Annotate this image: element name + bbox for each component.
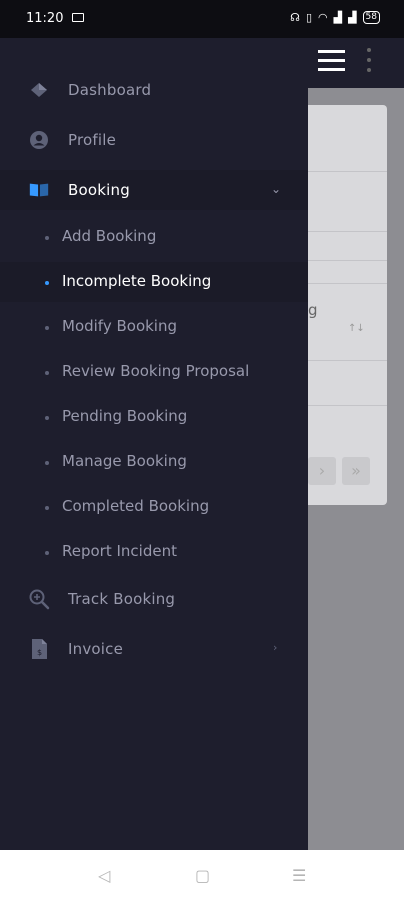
nav-label-track-booking: Track Booking <box>68 590 176 608</box>
submenu-item-add-booking[interactable]: Add Booking <box>0 217 308 257</box>
battery-icon: 58 <box>362 11 380 24</box>
submenu-label: Add Booking <box>62 227 157 245</box>
pager-last-button[interactable]: » <box>342 457 370 485</box>
user-circle-icon <box>28 129 50 151</box>
wifi-icon: ◠ <box>318 11 328 24</box>
bullet-icon <box>45 461 49 465</box>
table-header-fragment: g <box>308 301 318 319</box>
submenu-item-completed-booking[interactable]: Completed Booking <box>0 487 308 527</box>
more-options-icon[interactable] <box>366 48 372 74</box>
signal-icon-2: ▟ <box>348 11 357 24</box>
submenu-label: Pending Booking <box>62 407 188 425</box>
background-card: g ↑↓ <box>300 105 387 505</box>
bullet-icon <box>45 506 49 510</box>
vibrate-icon: ▯ <box>305 11 312 24</box>
status-bar: 11:20 ☊ ▯ ◠ ▟ ▟ 58 <box>0 0 404 38</box>
submenu-label: Report Incident <box>62 542 177 560</box>
pager-next-button[interactable]: › <box>308 457 336 485</box>
bullet-icon <box>45 326 49 330</box>
invoice-file-icon: $ <box>28 638 50 660</box>
nav-item-invoice[interactable]: $ Invoice › <box>0 629 308 669</box>
diamond-icon <box>28 79 50 101</box>
nav-item-booking[interactable]: Booking ⌄ <box>0 170 308 210</box>
submenu-item-incomplete-booking[interactable]: Incomplete Booking <box>0 262 308 302</box>
submenu-item-report-incident[interactable]: Report Incident <box>0 532 308 572</box>
submenu-label: Incomplete Booking <box>62 272 212 290</box>
nav-label-booking: Booking <box>68 181 130 199</box>
nav-item-track-booking[interactable]: Track Booking <box>0 579 308 619</box>
back-icon[interactable]: ◁ <box>98 866 110 885</box>
sort-icon[interactable]: ↑↓ <box>348 323 365 334</box>
status-time: 11:20 <box>26 11 64 26</box>
nav-item-profile[interactable]: Profile <box>0 120 308 160</box>
bullet-icon <box>45 371 49 375</box>
menu-icon[interactable] <box>318 50 345 72</box>
search-zoom-icon <box>28 588 50 610</box>
book-open-icon <box>28 179 50 201</box>
submenu-item-manage-booking[interactable]: Manage Booking <box>0 442 308 482</box>
nav-label-invoice: Invoice <box>68 640 124 658</box>
bullet-icon <box>45 281 49 285</box>
nav-label-dashboard: Dashboard <box>68 81 152 99</box>
bullet-icon <box>45 416 49 420</box>
submenu-item-pending-booking[interactable]: Pending Booking <box>0 397 308 437</box>
submenu-label: Manage Booking <box>62 452 187 470</box>
svg-text:$: $ <box>37 648 42 657</box>
notification-icon <box>72 13 84 22</box>
recents-icon[interactable]: ☰ <box>292 866 306 885</box>
headphones-icon: ☊ <box>290 11 300 24</box>
submenu-item-review-booking-proposal[interactable]: Review Booking Proposal <box>0 352 308 392</box>
navigation-drawer: Dashboard Profile Booking ⌄ Add Booking … <box>0 38 308 850</box>
home-icon[interactable]: ▢ <box>195 866 210 885</box>
chevron-right-icon: › <box>273 641 278 654</box>
submenu-label: Completed Booking <box>62 497 210 515</box>
status-icons: ☊ ▯ ◠ ▟ ▟ 58 <box>290 11 380 24</box>
bullet-icon <box>45 551 49 555</box>
signal-icon: ▟ <box>333 11 343 24</box>
submenu-label: Modify Booking <box>62 317 177 335</box>
nav-label-profile: Profile <box>68 131 117 149</box>
system-navigation-bar: ◁ ▢ ☰ <box>0 850 404 900</box>
chevron-down-icon: ⌄ <box>271 182 282 196</box>
nav-item-dashboard[interactable]: Dashboard <box>0 70 308 110</box>
submenu-item-modify-booking[interactable]: Modify Booking <box>0 307 308 347</box>
bullet-icon <box>45 236 49 240</box>
submenu-label: Review Booking Proposal <box>62 362 250 380</box>
